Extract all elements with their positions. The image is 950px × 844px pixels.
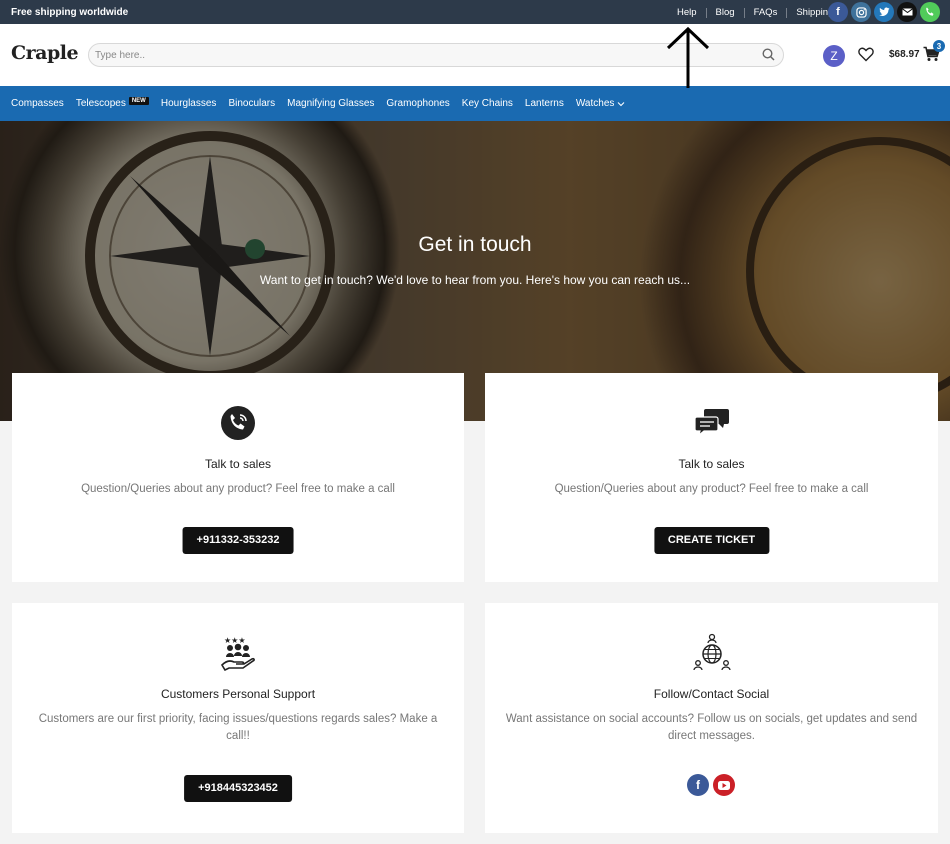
nav-item-label: Binoculars	[228, 98, 276, 109]
card-title: Talk to sales	[678, 457, 745, 471]
twitter-icon[interactable]	[874, 2, 894, 22]
chat-bubbles-icon	[693, 407, 730, 442]
hero-subtitle: Want to get in touch? We'd love to hear …	[259, 273, 691, 287]
contact-card-social: Follow/Contact Social Want assistance on…	[485, 603, 938, 833]
nav-item-telescopes[interactable]: Telescopes NEW	[75, 96, 149, 109]
top-links: Help Blog FAQs Shipping	[668, 7, 842, 18]
avatar[interactable]: Z	[823, 45, 845, 67]
card-description: Question/Queries about any product? Feel…	[81, 483, 395, 495]
card-description: Want assistance on social accounts? Foll…	[505, 713, 918, 742]
contact-card-personal-support: ★★★ Customers Personal Support Customers…	[12, 603, 464, 833]
nav-item-label: Key Chains	[461, 98, 513, 109]
nav-item-label: Telescopes	[75, 98, 126, 109]
nav-item-label: Gramophones	[386, 98, 450, 109]
search-icon[interactable]	[762, 48, 775, 66]
card-title: Customers Personal Support	[160, 687, 316, 701]
nav-item-key-chains[interactable]: Key Chains	[462, 98, 513, 109]
nav-item-label: Hourglasses	[160, 98, 217, 109]
card-title: Talk to sales	[204, 457, 272, 471]
instagram-icon[interactable]	[851, 2, 871, 22]
chevron-down-icon	[617, 101, 625, 106]
blog-link[interactable]: Blog	[707, 7, 744, 18]
free-shipping-text: Free shipping worldwide	[11, 7, 129, 18]
call-sales-button[interactable]: +911332-353232	[182, 527, 294, 554]
phone-call-icon	[220, 405, 256, 446]
facebook-icon[interactable]: f	[687, 774, 709, 796]
cart-count-badge: 3	[933, 40, 945, 52]
nav-item-label: Lanterns	[524, 98, 564, 109]
search-input[interactable]	[95, 47, 735, 63]
social-network-icon	[692, 633, 731, 678]
wishlist-heart-icon[interactable]	[858, 47, 874, 67]
card-description: Question/Queries about any product? Feel…	[554, 483, 869, 495]
top-bar: Free shipping worldwide Help Blog FAQs S…	[0, 0, 950, 24]
site-logo[interactable]: Craple	[11, 42, 79, 64]
card-description: Customers are our first priority, facing…	[38, 713, 438, 742]
email-icon[interactable]	[897, 2, 917, 22]
site-header: Craple Z $68.97 3	[0, 24, 950, 86]
nav-item-lanterns[interactable]: Lanterns	[525, 98, 564, 109]
youtube-icon[interactable]	[713, 774, 735, 796]
phone-icon[interactable]	[920, 2, 940, 22]
faqs-link[interactable]: FAQs	[745, 7, 787, 18]
nav-item-hourglasses[interactable]: Hourglasses	[161, 98, 217, 109]
new-badge: NEW	[128, 96, 149, 105]
nav-item-binoculars[interactable]: Binoculars	[228, 98, 275, 109]
nav-item-label: Watches	[575, 98, 615, 109]
main-nav: Compasses Telescopes NEW Hourglasses Bino…	[0, 86, 950, 121]
social-links: f	[828, 2, 940, 22]
contact-card-sales-call: Talk to sales Question/Queries about any…	[12, 373, 464, 582]
customer-support-icon: ★★★	[220, 635, 256, 676]
up-arrow-annotation	[666, 26, 710, 88]
nav-item-watches[interactable]: Watches	[576, 98, 626, 109]
nav-item-compasses[interactable]: Compasses	[11, 98, 64, 109]
hero-title: Get in touch	[418, 233, 532, 256]
svg-text:★★★: ★★★	[224, 636, 246, 645]
contact-card-ticket: Talk to sales Question/Queries about any…	[485, 373, 938, 582]
cart-total[interactable]: $68.97	[889, 49, 920, 60]
call-support-button[interactable]: +918445323452	[184, 775, 292, 802]
nav-item-label: Compasses	[11, 98, 64, 109]
nav-item-label: Magnifying Glasses	[287, 98, 375, 109]
facebook-icon[interactable]: f	[828, 2, 848, 22]
card-title: Follow/Contact Social	[653, 687, 770, 701]
nav-item-gramophones[interactable]: Gramophones	[386, 98, 449, 109]
nav-item-magnifying-glasses[interactable]: Magnifying Glasses	[287, 98, 374, 109]
create-ticket-button[interactable]: CREATE TICKET	[653, 527, 770, 554]
help-link[interactable]: Help	[668, 7, 706, 18]
